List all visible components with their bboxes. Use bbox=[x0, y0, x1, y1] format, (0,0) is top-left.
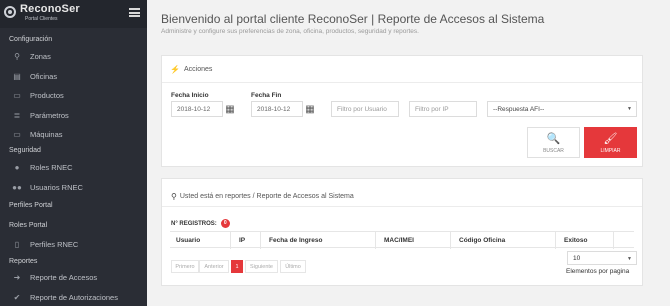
table-header: Usuario IP Fecha de Ingreso MAC/IMEI Cód… bbox=[170, 231, 634, 249]
acciones-header: ⚡ Acciones bbox=[170, 65, 212, 74]
sign-in-icon: ➜ bbox=[13, 272, 21, 282]
sidebar-item-perfiles-rnec[interactable]: ▯ Perfiles RNEC bbox=[0, 235, 147, 253]
pagination-page[interactable]: 1 bbox=[231, 260, 243, 273]
sidebar: ReconoSer Portal Clientes Configuración … bbox=[0, 0, 147, 306]
caret-down-icon: ▼ bbox=[627, 256, 632, 262]
column-header-fecha-ingreso[interactable]: Fecha de Ingreso bbox=[269, 237, 322, 244]
acciones-title: Acciones bbox=[183, 66, 213, 73]
sidebar-item-usuarios-rnec[interactable]: ●● Usuarios RNEC bbox=[0, 178, 147, 196]
page-length-label: Elementos por pagina bbox=[566, 268, 630, 275]
sidebar-item-label: Reporte de Autorizaciones bbox=[30, 292, 118, 302]
monitor-icon: ▭ bbox=[13, 129, 21, 139]
sidebar-item-parametros[interactable]: ≣ Parámetros bbox=[0, 106, 147, 124]
list-icon: ≣ bbox=[13, 110, 21, 120]
divider bbox=[162, 206, 642, 207]
main-content: Bienvenido al portal cliente ReconoSer |… bbox=[147, 0, 670, 306]
column-divider bbox=[230, 232, 231, 249]
sidebar-item-oficinas[interactable]: ▤ Oficinas bbox=[0, 67, 147, 85]
map-marker-icon: ⚲ bbox=[171, 192, 177, 201]
column-divider bbox=[450, 232, 451, 249]
column-header-exitoso[interactable]: Exitoso bbox=[564, 237, 587, 244]
respuesta-afi-value: --Respuesta AFI-- bbox=[493, 105, 545, 113]
page-title: Bienvenido al portal cliente ReconoSer |… bbox=[161, 12, 545, 26]
column-header-ip[interactable]: IP bbox=[239, 237, 245, 244]
registros-label: N° REGISTROS: bbox=[171, 220, 217, 227]
section-seguridad: Seguridad bbox=[9, 147, 41, 154]
filtro-usuario-input[interactable]: Filtro por Usuario bbox=[331, 101, 399, 117]
buscar-label: BUSCAR bbox=[543, 147, 564, 154]
users-icon: ●● bbox=[12, 182, 22, 192]
acciones-panel: ⚡ Acciones Fecha Inicio 2018-10-12 ▦ Fec… bbox=[161, 55, 643, 167]
fecha-fin-input[interactable]: 2018-10-12 bbox=[251, 101, 303, 117]
sidebar-item-reporte-accesos[interactable]: ➜ Reporte de Accesos bbox=[0, 268, 147, 286]
calendar-icon[interactable]: ▦ bbox=[304, 103, 316, 115]
menu-toggle-icon[interactable] bbox=[129, 8, 140, 17]
sidebar-item-roles-rnec[interactable]: ● Roles RNEC bbox=[0, 158, 147, 176]
sidebar-item-label: Reporte de Accesos bbox=[30, 272, 98, 282]
breadcrumb: ⚲ Usted está en reportes / Reporte de Ac… bbox=[171, 192, 354, 201]
filtro-ip-input[interactable]: Filtro por IP bbox=[409, 101, 477, 117]
breadcrumb-text: Usted está en reportes / Reporte de Acce… bbox=[179, 193, 354, 200]
fecha-inicio-input[interactable]: 2018-10-12 bbox=[171, 101, 223, 117]
column-header-codigo-oficina[interactable]: Código Oficina bbox=[459, 237, 505, 244]
sidebar-item-label: Máquinas bbox=[30, 129, 63, 139]
sidebar-item-label: Parámetros bbox=[30, 110, 69, 120]
sidebar-item-label: Oficinas bbox=[30, 71, 58, 81]
sidebar-item-reporte-autorizaciones[interactable]: ✔ Reporte de Autorizaciones bbox=[0, 288, 147, 306]
caret-down-icon: ▼ bbox=[627, 106, 632, 112]
buscar-button[interactable]: 🔍 BUSCAR bbox=[527, 127, 580, 158]
page-length-value: 10 bbox=[573, 254, 581, 262]
limpiar-label: LIMPIAR bbox=[600, 147, 621, 154]
credit-card-icon: ▭ bbox=[13, 90, 21, 100]
column-divider bbox=[613, 232, 614, 249]
section-reportes: Reportes bbox=[9, 258, 38, 265]
user-icon: ● bbox=[14, 162, 20, 172]
brush-icon: 🖌 bbox=[603, 132, 618, 145]
pagination-next[interactable]: Siguiente bbox=[245, 260, 278, 273]
page-length-select[interactable]: 10 ▼ bbox=[567, 251, 637, 265]
section-roles-portal[interactable]: Roles Portal bbox=[9, 222, 47, 229]
brand-tagline: Portal Clientes bbox=[25, 16, 58, 22]
sidebar-item-zonas[interactable]: ⚲ Zonas bbox=[0, 47, 147, 65]
sidebar-item-label: Zonas bbox=[30, 51, 51, 61]
sidebar-item-productos[interactable]: ▭ Productos bbox=[0, 86, 147, 104]
calendar-icon[interactable]: ▦ bbox=[224, 103, 236, 115]
respuesta-afi-select[interactable]: --Respuesta AFI-- ▼ bbox=[487, 101, 637, 117]
registros-badge: 0 bbox=[220, 219, 230, 228]
search-icon: 🔍 bbox=[546, 132, 561, 145]
divider bbox=[162, 82, 642, 83]
fecha-fin-label: Fecha Fin bbox=[251, 92, 282, 99]
pagination-first[interactable]: Primero bbox=[171, 260, 199, 273]
reportes-panel: ⚲ Usted está en reportes / Reporte de Ac… bbox=[161, 178, 643, 286]
map-marker-icon: ⚲ bbox=[14, 51, 20, 61]
pagination-previous[interactable]: Anterior bbox=[199, 260, 229, 273]
column-divider bbox=[555, 232, 556, 249]
check-icon: ✔ bbox=[13, 292, 21, 302]
sidebar-item-label: Usuarios RNEC bbox=[30, 182, 83, 192]
registros-count-label: N° REGISTROS: 0 bbox=[171, 219, 230, 228]
document-icon: ▯ bbox=[14, 239, 20, 249]
limpiar-button[interactable]: 🖌 LIMPIAR bbox=[584, 127, 637, 158]
column-header-mac-imei[interactable]: MAC/IMEI bbox=[384, 237, 414, 244]
magic-wand-icon: ⚡ bbox=[170, 65, 180, 74]
sidebar-item-maquinas[interactable]: ▭ Máquinas bbox=[0, 125, 147, 143]
column-header-usuario[interactable]: Usuario bbox=[176, 237, 200, 244]
page-subtitle: Administre y configure sus preferencias … bbox=[161, 28, 419, 35]
fecha-inicio-label: Fecha Inicio bbox=[171, 92, 209, 99]
sidebar-item-label: Roles RNEC bbox=[30, 162, 73, 172]
section-configuracion: Configuración bbox=[9, 36, 53, 43]
brand-name: ReconoSer bbox=[20, 3, 80, 15]
file-icon: ▤ bbox=[13, 71, 21, 81]
section-perfiles-portal[interactable]: Perfiles Portal bbox=[9, 202, 53, 209]
logo-icon bbox=[4, 6, 16, 18]
column-divider bbox=[260, 232, 261, 249]
logo-bar: ReconoSer Portal Clientes bbox=[0, 0, 147, 28]
pagination-last[interactable]: Último bbox=[280, 260, 306, 273]
sidebar-item-label: Perfiles RNEC bbox=[30, 239, 79, 249]
sidebar-item-label: Productos bbox=[30, 90, 64, 100]
column-divider bbox=[375, 232, 376, 249]
